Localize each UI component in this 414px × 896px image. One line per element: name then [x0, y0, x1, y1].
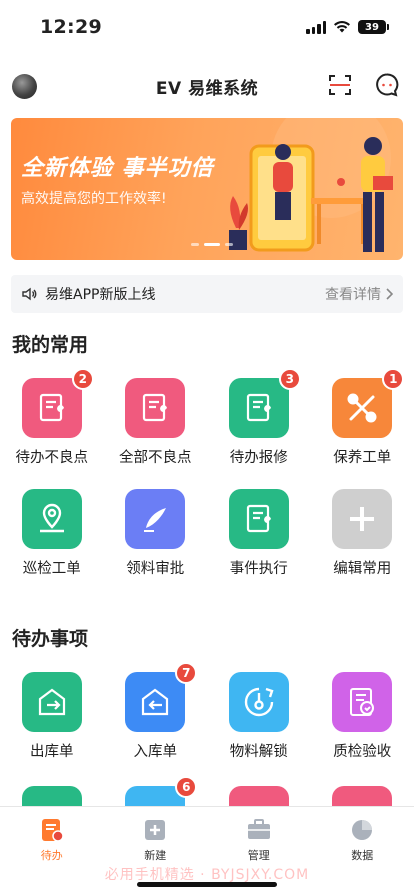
watermark: 必用手机精选 · BYJSJXY.COM	[104, 867, 310, 883]
tile-icon-box: 1	[332, 368, 405, 438]
top-navbar: EV 易维系统	[0, 64, 414, 108]
document-wrench-icon	[242, 502, 276, 536]
common-tile[interactable]: 3 待办报修	[207, 368, 311, 467]
warehouse-in-icon	[138, 685, 172, 719]
tools-icon	[344, 390, 380, 426]
tile-label: 出库单	[30, 744, 74, 760]
unlock-icon	[242, 685, 276, 719]
document-wrench-icon	[138, 391, 172, 425]
tile-label: 事件执行	[229, 561, 288, 577]
banner-dot-active	[204, 243, 220, 246]
pen-icon	[138, 502, 172, 536]
status-icons: 39	[306, 20, 389, 34]
tile-icon-box	[332, 489, 393, 549]
common-tile[interactable]: 2 待办不良点	[0, 368, 104, 467]
tile-icon-box	[125, 489, 186, 549]
tile-label: 物料解锁	[229, 744, 288, 760]
notification-badge: 6	[175, 776, 198, 798]
tile-label: 领料审批	[126, 561, 185, 577]
inspection-doc-icon	[345, 685, 379, 719]
notification-badge: 1	[382, 368, 405, 390]
avatar[interactable]	[12, 74, 37, 99]
tile-icon-box	[125, 378, 186, 438]
tile-icon-box	[228, 489, 289, 549]
battery-icon: 39	[358, 20, 389, 34]
home-indicator	[137, 882, 277, 887]
tile-label: 待办报修	[229, 450, 288, 466]
document-wrench-icon	[35, 391, 69, 425]
tile-icon-box: 3	[228, 368, 301, 438]
promo-banner[interactable]: 全新体验 事半功倍 高效提高您的工作效率!	[11, 118, 403, 260]
tile-label: 编辑常用	[333, 561, 392, 577]
notification-badge: 7	[175, 662, 198, 684]
common-tile[interactable]: 全部不良点	[104, 378, 208, 467]
notification-badge: 2	[71, 368, 94, 390]
speaker-icon	[22, 287, 37, 301]
banner-subtitle: 高效提高您的工作效率!	[21, 191, 167, 207]
chat-icon[interactable]	[374, 72, 400, 98]
tile-label: 入库单	[133, 744, 178, 760]
common-tile[interactable]: 领料审批	[104, 489, 208, 578]
todo-tile[interactable]: 出库单	[0, 672, 104, 761]
notification-badge: 3	[278, 368, 301, 390]
view-details-link[interactable]: 查看详情	[325, 284, 393, 304]
tile-label: 保养工单	[333, 450, 392, 466]
banner-headline: 全新体验 事半功倍	[21, 156, 214, 181]
status-time: 12:29	[40, 16, 102, 38]
wifi-icon	[334, 21, 350, 33]
todo-tab-icon	[39, 817, 65, 843]
tile-icon-box	[332, 672, 393, 732]
todo-tile[interactable]: 物料解锁	[207, 672, 311, 761]
chevron-right-icon	[386, 288, 393, 300]
warehouse-out-icon	[35, 685, 69, 719]
tile-label: 巡检工单	[22, 561, 81, 577]
announcement-bar[interactable]: 易维APP新版上线 查看详情	[11, 275, 403, 313]
banner-dot	[191, 243, 199, 246]
navbar-actions	[328, 72, 400, 98]
app-title: EV 易维系统	[155, 78, 259, 99]
common-tile[interactable]: 编辑常用	[311, 489, 414, 578]
tile-icon-box	[228, 672, 289, 732]
tile-icon-box	[21, 672, 82, 732]
tile-label: 全部不良点	[119, 450, 192, 466]
todo-tile[interactable]: 7 入库单	[104, 662, 208, 761]
tile-icon-box: 7	[125, 662, 198, 732]
common-tile[interactable]: 事件执行	[207, 489, 311, 578]
banner-dot	[225, 243, 233, 246]
pie-chart-tab-icon	[349, 817, 375, 843]
tile-icon-box	[21, 489, 82, 549]
new-tab-icon	[142, 817, 168, 843]
section-title-common: 我的常用	[12, 334, 89, 356]
plus-icon	[345, 502, 379, 536]
signal-icon	[306, 20, 326, 34]
banner-pagination	[191, 243, 233, 246]
tile-icon-box: 2	[21, 368, 94, 438]
todo-tile[interactable]: 质检验收	[311, 672, 414, 761]
briefcase-tab-icon	[246, 817, 272, 843]
common-grid: 2 待办不良点 全部不良点 3 待办报修 1 保养工单巡检工单 领料审批 事件执行 编辑常用	[0, 368, 414, 578]
tab-label: 数据	[351, 849, 374, 862]
tab-label: 待办	[40, 849, 63, 862]
status-bar: 12:29 39	[0, 0, 414, 54]
scan-icon[interactable]	[328, 73, 352, 97]
announcement-text: 易维APP新版上线	[45, 287, 156, 303]
tile-label: 待办不良点	[15, 450, 89, 466]
location-pin-icon	[34, 501, 70, 537]
tab-label: 新建	[144, 849, 167, 862]
todo-grid: 出库单 7 入库单 物料解锁 质检验收	[0, 662, 414, 761]
tab-label: 管理	[247, 849, 270, 862]
common-tile[interactable]: 1 保养工单	[311, 368, 414, 467]
view-details-label: 查看详情	[325, 287, 381, 303]
common-tile[interactable]: 巡检工单	[0, 489, 104, 578]
section-title-todo: 待办事项	[12, 628, 89, 650]
document-wrench-icon	[242, 391, 276, 425]
tile-label: 质检验收	[333, 744, 392, 760]
